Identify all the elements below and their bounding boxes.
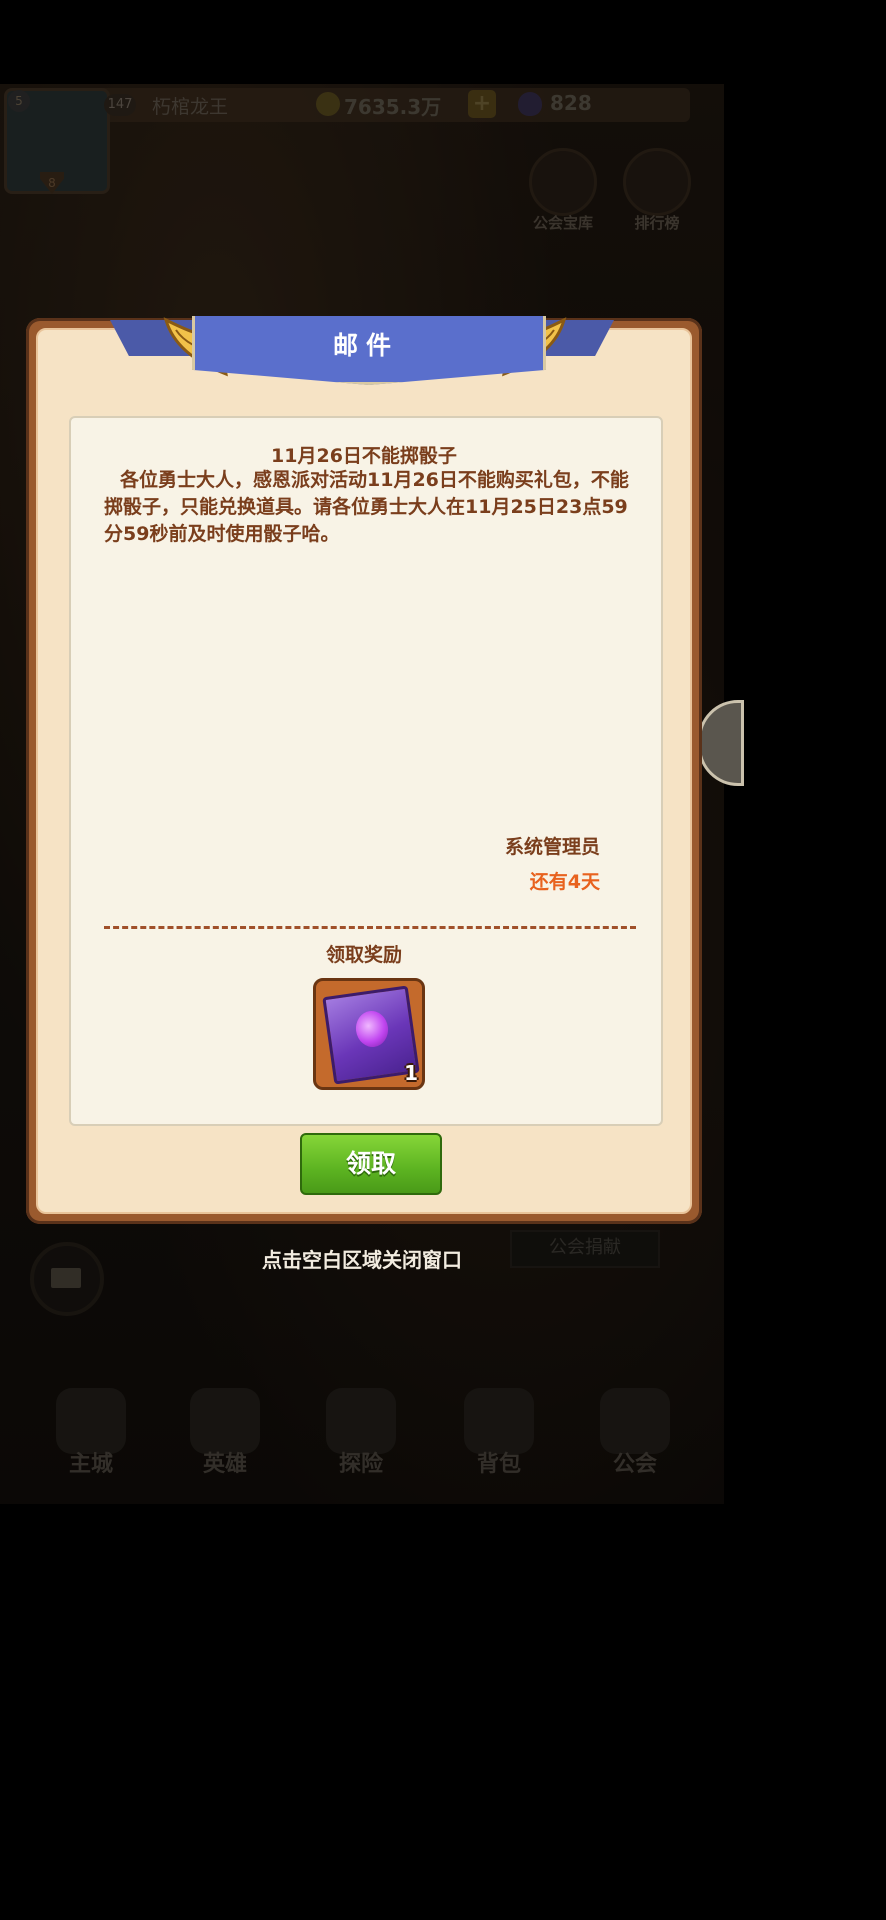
mail-body: 各位勇士大人，感恩派对活动11月26日不能购买礼包，不能掷骰子，只能兑换道具。请… [104, 469, 629, 545]
mail-expiry: 还有4天 [529, 871, 600, 893]
mail-sender: 系统管理员 [504, 836, 600, 858]
claim-button[interactable]: 领取 [300, 1133, 442, 1195]
reward-label: 领取奖励 [325, 944, 402, 966]
close-hint: 点击空白区域关闭窗口 [262, 1248, 462, 1272]
mail-subject: 11月26日不能掷骰子 [271, 445, 457, 467]
dialog-title: 邮件 [332, 331, 399, 360]
reward-item-slot[interactable]: 1 [313, 978, 425, 1090]
reward-quantity: 1 [404, 1061, 418, 1085]
dashed-divider [104, 926, 636, 929]
